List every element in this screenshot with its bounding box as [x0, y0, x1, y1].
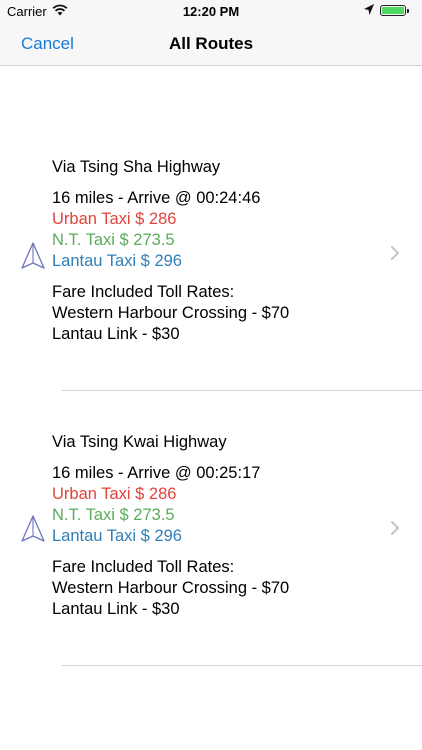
toll-item: Western Harbour Crossing - $70 [52, 579, 290, 597]
route-name: Via Tsing Kwai Highway [52, 433, 227, 451]
location-arrow-icon [363, 3, 375, 20]
route-details: Via Tsing Kwai Highway 16 miles - Arrive… [52, 432, 289, 620]
route-distance-eta: 16 miles - Arrive @ 00:25:17 [52, 464, 261, 482]
navigation-icon [19, 241, 47, 276]
chevron-right-icon [390, 245, 400, 266]
status-time: 12:20 PM [182, 4, 240, 19]
nt-taxi-fare: N.T. Taxi $ 273.5 [52, 231, 175, 249]
route-details: Via Tsing Sha Highway 16 miles - Arrive … [52, 157, 289, 345]
battery-cap [407, 9, 409, 13]
navigation-bar: Cancel All Routes [0, 22, 422, 66]
status-bar: Carrier 12:20 PM [0, 0, 422, 22]
row-separator [61, 390, 422, 391]
page-title: All Routes [168, 34, 254, 53]
route-distance-eta: 16 miles - Arrive @ 00:24:46 [52, 189, 261, 207]
battery-icon [380, 5, 406, 16]
urban-taxi-fare: Urban Taxi $ 286 [52, 485, 177, 503]
urban-taxi-fare: Urban Taxi $ 286 [52, 210, 177, 228]
toll-item: Lantau Link - $30 [52, 325, 180, 343]
navigation-icon [19, 514, 47, 549]
route-name: Via Tsing Sha Highway [52, 158, 221, 176]
battery-level [382, 7, 404, 14]
toll-header: Fare Included Toll Rates: [52, 283, 235, 301]
toll-item: Western Harbour Crossing - $70 [52, 304, 290, 322]
lantau-taxi-fare: Lantau Taxi $ 296 [52, 527, 182, 545]
nt-taxi-fare: N.T. Taxi $ 273.5 [52, 506, 175, 524]
toll-item: Lantau Link - $30 [52, 600, 180, 618]
route-row[interactable]: Via Tsing Kwai Highway 16 miles - Arrive… [0, 420, 422, 665]
row-separator [61, 665, 422, 666]
chevron-right-icon [390, 520, 400, 541]
route-row[interactable]: Via Tsing Sha Highway 16 miles - Arrive … [0, 145, 422, 390]
lantau-taxi-fare: Lantau Taxi $ 296 [52, 252, 182, 270]
toll-header: Fare Included Toll Rates: [52, 558, 235, 576]
